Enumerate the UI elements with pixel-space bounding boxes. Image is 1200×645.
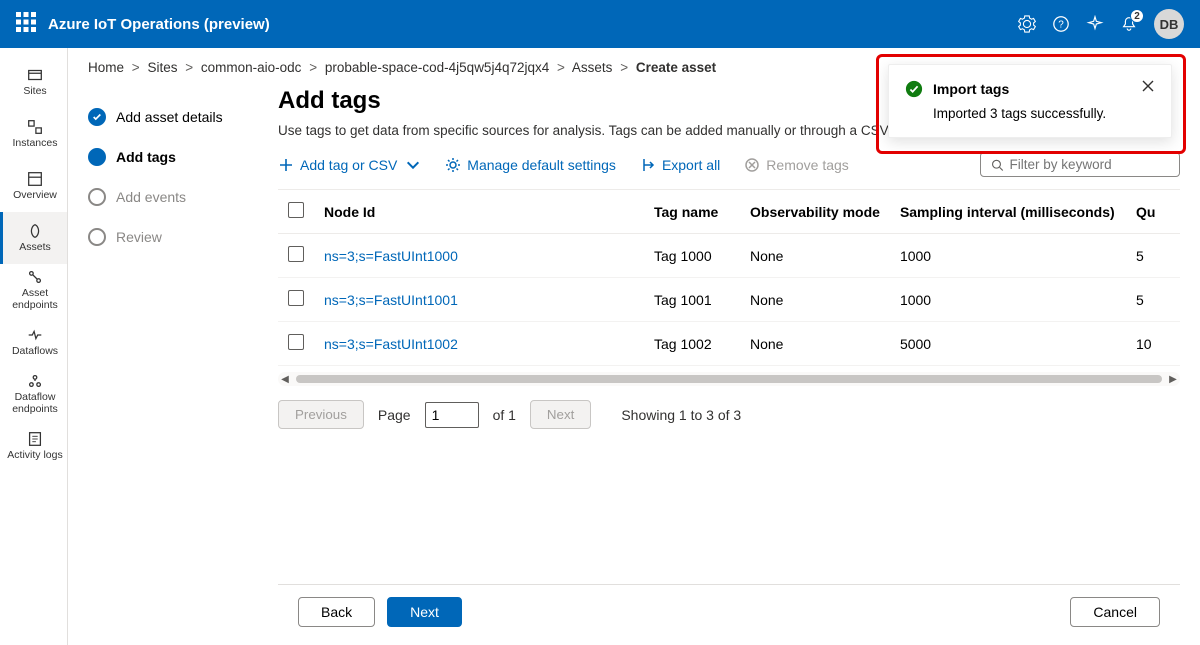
cell-node-id[interactable]: ns=3;s=FastUInt1001 xyxy=(314,278,644,322)
chevron-down-icon xyxy=(405,157,421,173)
cell-tag-name: Tag 1002 xyxy=(644,322,740,366)
nav-rail: Sites Instances Overview Assets Asset en… xyxy=(0,48,68,645)
filter-input-wrapper[interactable] xyxy=(980,152,1180,177)
col-sampling-interval[interactable]: Sampling interval (milliseconds) xyxy=(890,190,1126,234)
cmd-label: Manage default settings xyxy=(467,157,616,173)
crumb-current: Create asset xyxy=(636,60,716,75)
notification-count-badge: 2 xyxy=(1130,9,1144,23)
cancel-button[interactable]: Cancel xyxy=(1070,597,1160,627)
row-checkbox[interactable] xyxy=(288,334,304,350)
manage-defaults-button[interactable]: Manage default settings xyxy=(445,157,616,173)
cell-mode: None xyxy=(740,322,890,366)
crumb-instance[interactable]: probable-space-cod-4j5qw5j4q72jqx4 xyxy=(325,60,549,75)
rail-sites[interactable]: Sites xyxy=(0,56,67,108)
step-add-tags[interactable]: Add tags xyxy=(88,137,248,177)
svg-text:?: ? xyxy=(1058,20,1064,31)
scroll-right-icon[interactable]: ▶ xyxy=(1166,374,1180,385)
table-row[interactable]: ns=3;s=FastUInt1002 Tag 1002 None 5000 1… xyxy=(278,322,1180,366)
step-add-events[interactable]: Add events xyxy=(88,177,248,217)
rail-label: Asset endpoints xyxy=(3,288,67,311)
crumb-assets[interactable]: Assets xyxy=(572,60,613,75)
rail-label: Activity logs xyxy=(7,450,62,462)
showing-label: Showing 1 to 3 of 3 xyxy=(621,407,741,423)
row-checkbox[interactable] xyxy=(288,246,304,262)
rail-label: Instances xyxy=(13,138,58,150)
prev-page-button: Previous xyxy=(278,400,364,429)
rail-overview[interactable]: Overview xyxy=(0,160,67,212)
rail-dataflow-endpoints[interactable]: Dataflow endpoints xyxy=(0,368,67,420)
page-of-label: of 1 xyxy=(493,407,516,423)
search-icon xyxy=(991,158,1004,172)
remove-tags-button: Remove tags xyxy=(744,157,848,173)
export-all-button[interactable]: Export all xyxy=(640,157,720,173)
page-label: Page xyxy=(378,407,411,423)
cell-node-id[interactable]: ns=3;s=FastUInt1000 xyxy=(314,234,644,278)
cell-queue: 5 xyxy=(1126,278,1180,322)
next-button[interactable]: Next xyxy=(387,597,462,627)
col-observability-mode[interactable]: Observability mode xyxy=(740,190,890,234)
rail-label: Overview xyxy=(13,190,57,202)
cell-tag-name: Tag 1001 xyxy=(644,278,740,322)
app-title: Azure IoT Operations (preview) xyxy=(48,16,270,33)
row-checkbox[interactable] xyxy=(288,290,304,306)
cell-interval: 1000 xyxy=(890,234,1126,278)
scroll-thumb[interactable] xyxy=(296,375,1162,383)
back-button[interactable]: Back xyxy=(298,597,375,627)
rail-label: Assets xyxy=(19,242,51,254)
step-review[interactable]: Review xyxy=(88,217,248,257)
bell-icon[interactable]: 2 xyxy=(1120,15,1138,33)
cell-interval: 5000 xyxy=(890,322,1126,366)
horizontal-scrollbar[interactable]: ◀ ▶ xyxy=(278,372,1180,386)
toast-close-button[interactable] xyxy=(1141,79,1155,98)
cell-mode: None xyxy=(740,278,890,322)
crumb-site[interactable]: common-aio-odc xyxy=(201,60,302,75)
table-row[interactable]: ns=3;s=FastUInt1001 Tag 1001 None 1000 5 xyxy=(278,278,1180,322)
tags-table: Node Id Tag name Observability mode Samp… xyxy=(278,190,1180,366)
wizard-steps: Add asset details Add tags Add events Re… xyxy=(68,87,248,645)
rail-label: Dataflows xyxy=(12,346,58,358)
toast-import-success: Import tags Imported 3 tags successfully… xyxy=(888,64,1172,138)
rail-asset-endpoints[interactable]: Asset endpoints xyxy=(0,264,67,316)
cmd-label: Add tag or CSV xyxy=(300,157,397,173)
step-label: Add events xyxy=(116,189,186,205)
page-number-input[interactable] xyxy=(425,402,479,428)
rail-assets[interactable]: Assets xyxy=(0,212,67,264)
rail-dataflows[interactable]: Dataflows xyxy=(0,316,67,368)
select-all-checkbox[interactable] xyxy=(288,202,304,218)
scroll-left-icon[interactable]: ◀ xyxy=(278,374,292,385)
crumb-sites[interactable]: Sites xyxy=(147,60,177,75)
step-label: Add tags xyxy=(116,149,176,165)
step-label: Review xyxy=(116,229,162,245)
cmd-label: Export all xyxy=(662,157,720,173)
waffle-icon[interactable] xyxy=(16,12,36,37)
sparkle-icon[interactable] xyxy=(1086,15,1104,33)
success-icon xyxy=(905,80,923,98)
step-label: Add asset details xyxy=(116,109,223,125)
step-asset-details[interactable]: Add asset details xyxy=(88,97,248,137)
rail-activity-logs[interactable]: Activity logs xyxy=(0,420,67,472)
rail-instances[interactable]: Instances xyxy=(0,108,67,160)
cell-mode: None xyxy=(740,234,890,278)
next-page-button: Next xyxy=(530,400,591,429)
cell-queue: 5 xyxy=(1126,234,1180,278)
rail-label: Sites xyxy=(23,86,46,98)
help-icon[interactable]: ? xyxy=(1052,15,1070,33)
cell-queue: 10 xyxy=(1126,322,1180,366)
col-node-id[interactable]: Node Id xyxy=(314,190,644,234)
col-queue[interactable]: Qu xyxy=(1126,190,1180,234)
cmd-label: Remove tags xyxy=(766,157,848,173)
table-row[interactable]: ns=3;s=FastUInt1000 Tag 1000 None 1000 5 xyxy=(278,234,1180,278)
toast-title: Import tags xyxy=(933,81,1131,97)
cell-node-id[interactable]: ns=3;s=FastUInt1002 xyxy=(314,322,644,366)
gear-icon[interactable] xyxy=(1018,15,1036,33)
cell-interval: 1000 xyxy=(890,278,1126,322)
toast-body: Imported 3 tags successfully. xyxy=(933,106,1155,121)
cell-tag-name: Tag 1000 xyxy=(644,234,740,278)
add-tag-button[interactable]: Add tag or CSV xyxy=(278,157,421,173)
col-tag-name[interactable]: Tag name xyxy=(644,190,740,234)
filter-input[interactable] xyxy=(1010,157,1169,172)
rail-label: Dataflow endpoints xyxy=(3,392,67,415)
avatar[interactable]: DB xyxy=(1154,9,1184,39)
crumb-home[interactable]: Home xyxy=(88,60,124,75)
